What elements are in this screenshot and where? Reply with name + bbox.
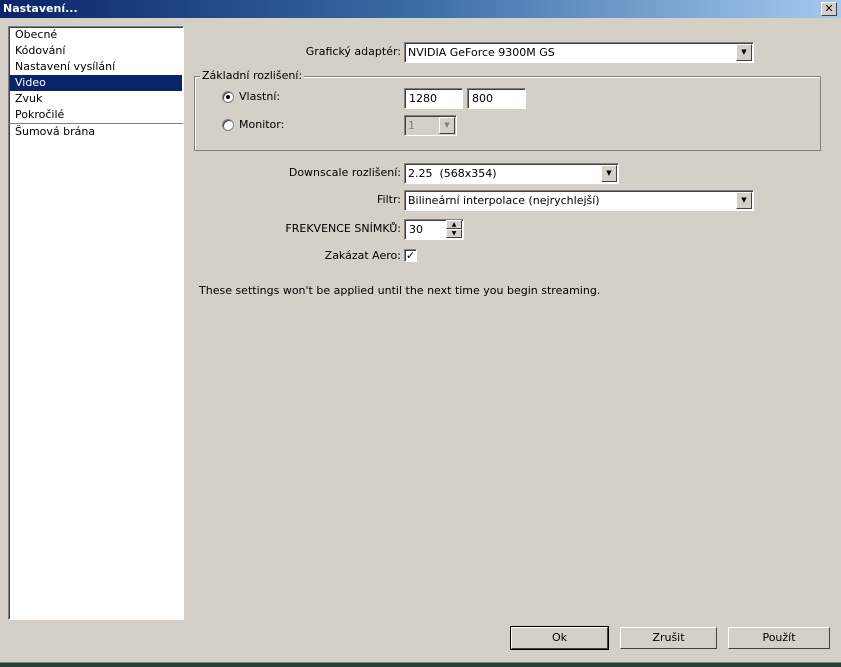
aero-label: Zakázat Aero: xyxy=(324,249,401,262)
disable-aero-checkbox[interactable]: ✓ xyxy=(404,249,417,262)
fps-decrement-button[interactable]: ▼ xyxy=(446,229,462,238)
sidebar-item-video[interactable]: Video xyxy=(10,75,182,91)
custom-resolution-label: Vlastní: xyxy=(239,90,281,103)
downscale-label: Downscale rozlišení: xyxy=(288,166,401,179)
sidebar-item-audio[interactable]: Zvuk xyxy=(10,91,182,107)
sidebar-item-encoding[interactable]: Kódování xyxy=(10,43,182,59)
custom-height-input[interactable]: 800 xyxy=(467,88,526,109)
adapter-value: NVIDIA GeForce 9300M GS xyxy=(408,46,555,59)
sidebar-divider xyxy=(9,123,183,124)
downscale-select[interactable]: 2.25 (568x354) ▼ xyxy=(404,163,619,184)
sidebar-item-advanced[interactable]: Pokročilé xyxy=(10,107,182,123)
chevron-down-icon: ▼ xyxy=(736,44,752,61)
taskbar-strip xyxy=(0,662,841,667)
fps-value: 30 xyxy=(409,223,423,236)
filter-select[interactable]: Bilineární interpolace (nejrychlejší) ▼ xyxy=(404,190,754,211)
custom-resolution-radio[interactable] xyxy=(222,91,234,103)
custom-width-input[interactable]: 1280 xyxy=(404,88,463,109)
sidebar-item-broadcast-settings[interactable]: Nastavení vysílání xyxy=(10,59,182,75)
adapter-label: Grafický adaptér: xyxy=(305,45,401,58)
window-title: Nastavení... xyxy=(3,2,78,15)
sidebar-item-noise-gate[interactable]: Šumová brána xyxy=(10,124,182,140)
ok-button[interactable]: Ok xyxy=(510,626,609,650)
settings-category-list[interactable]: Obecné Kódování Nastavení vysílání Video… xyxy=(8,26,184,620)
filter-label: Filtr: xyxy=(377,193,401,206)
cancel-button[interactable]: Zrušit xyxy=(620,627,717,649)
downscale-value: 2.25 (568x354) xyxy=(408,167,497,180)
monitor-select[interactable]: 1 ▼ xyxy=(404,115,457,136)
fps-increment-button[interactable]: ▲ xyxy=(446,220,462,229)
monitor-radio[interactable] xyxy=(222,119,234,131)
apply-button[interactable]: Použít xyxy=(728,627,830,649)
monitor-label: Monitor: xyxy=(239,118,285,131)
chevron-down-icon: ▼ xyxy=(601,165,617,182)
chevron-down-icon: ▼ xyxy=(439,117,455,134)
fps-label: FREKVENCE SNÍMKŮ: xyxy=(285,222,401,235)
title-bar: Nastavení... xyxy=(0,0,841,18)
sidebar-item-general[interactable]: Obecné xyxy=(10,27,182,43)
base-resolution-legend: Základní rozlišení: xyxy=(200,69,305,83)
settings-note: These settings won't be applied until th… xyxy=(199,284,601,297)
close-button[interactable]: ✕ xyxy=(821,2,837,16)
chevron-down-icon: ▼ xyxy=(736,192,752,209)
filter-value: Bilineární interpolace (nejrychlejší) xyxy=(408,194,600,207)
monitor-value: 1 xyxy=(408,119,415,132)
adapter-select[interactable]: NVIDIA GeForce 9300M GS ▼ xyxy=(404,42,754,63)
close-icon: ✕ xyxy=(824,2,834,15)
